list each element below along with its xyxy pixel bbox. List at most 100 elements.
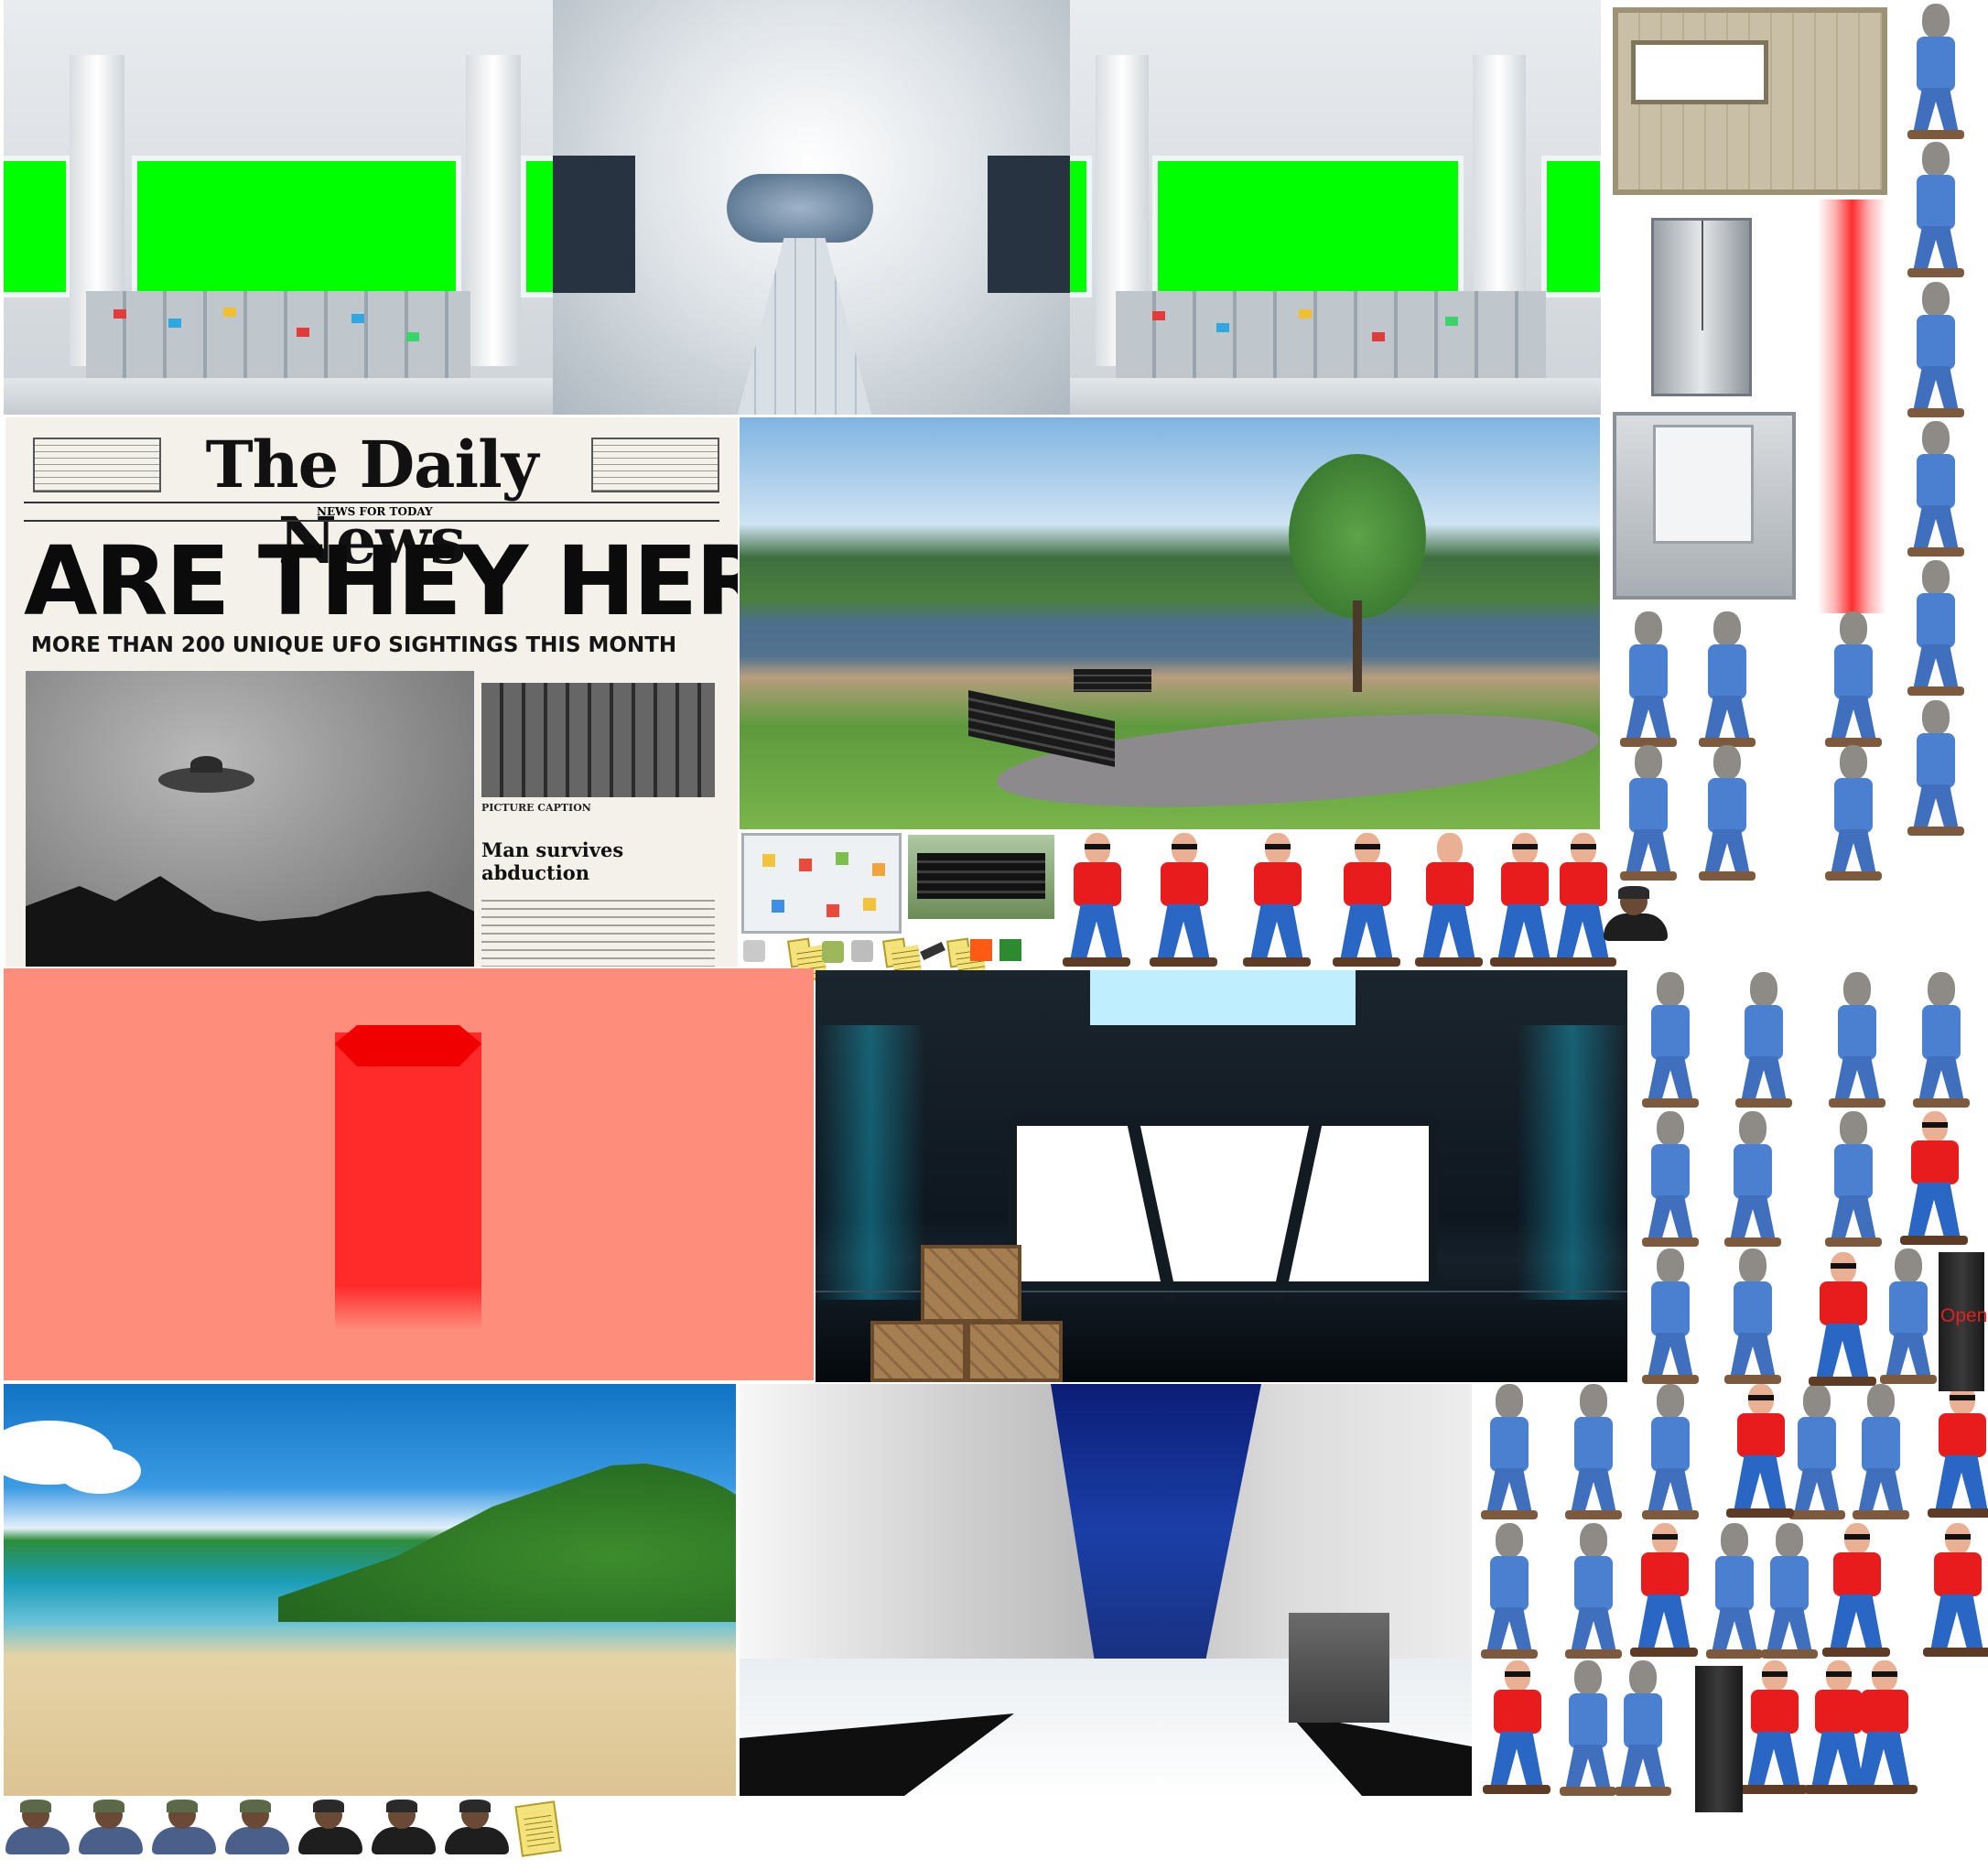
corridor-side-window [553,156,635,293]
alien-walk-sprite [1477,1523,1541,1660]
treeline-silhouette [26,876,474,967]
alien-walk-sprite [1849,1384,1913,1521]
red-laser-beam-sprite [1818,200,1886,613]
alien-walk-sprite [1904,4,1968,141]
alien-walk-sprite [1904,560,1968,697]
fridge-closed-sprite [1651,218,1752,396]
bench-sprite [908,835,1054,919]
alien-walk-sprite [1477,1384,1541,1521]
alien-walk-sprite [1732,972,1796,1109]
red-shirt-man-sprite [1922,1384,1988,1521]
beach-background [4,1384,736,1796]
ufo-icon [158,756,254,793]
newspaper-front-page: The Daily News NEWS FOR TODAY ARE THEY H… [5,417,738,967]
hacker-headset-sprite [152,1800,216,1854]
wooden-crate [967,1321,1063,1382]
newspaper-headline: ARE THEY HERE ? [24,525,738,637]
fridge-contents-sprite [741,833,902,934]
dark-cabinet-sprite: Open [1939,1252,1988,1391]
street-photo [481,683,715,797]
alien-walk-sprite [1876,1248,1940,1386]
wooden-crate [921,1245,1021,1323]
alien-walk-sprite [1904,282,1968,419]
alien-walk-sprite [1821,745,1885,882]
flowers-item-icon [999,939,1021,961]
greenscreen-window [4,156,71,297]
control-console [1116,291,1546,378]
alien-walk-sprite [1638,1384,1702,1521]
alien-walk-sprite [1825,972,1889,1109]
alien-walk-sprite [1904,142,1968,279]
sticky-note-icon [787,937,813,968]
red-shirt-man-sprite [1237,833,1315,970]
cyan-glow [816,1025,925,1300]
park-background [740,417,1600,829]
red-shirt-man-sprite [1721,1384,1799,1521]
alien-walk-sprite [1721,1111,1785,1248]
ufo-photo [26,671,474,967]
cabinet-open-label: Open [1940,1305,1988,1326]
hacker-headset-sprite [79,1800,143,1854]
dark-cabinet-sprite [1695,1666,1743,1812]
alien-walk-sprite [1695,745,1759,882]
wooden-crate [870,1321,967,1382]
office-lobby-background [740,1384,1472,1796]
dark-spaceship-background [816,970,1627,1382]
red-pillar-top [335,1025,481,1066]
story-body [481,893,715,967]
alien-walk-sprite [1638,972,1702,1109]
remote-item-icon [920,941,945,961]
photo-caption: PICTURE CAPTION [481,802,591,814]
hacker-headset-sprite [372,1800,436,1854]
blue-ceiling-panel [1051,1384,1261,1677]
bag-item-icon [822,941,844,963]
alien-walk-sprite [1695,611,1759,749]
alien-walk-sprite [1611,1660,1675,1798]
bay-pillar [466,55,521,366]
bay-floor [1070,378,1601,415]
red-shirt-man-sprite [1625,1523,1702,1660]
alien-walk-sprite [1638,1111,1702,1248]
newspaper-subheadline: MORE THAN 200 UNIQUE UFO SIGHTINGS THIS … [31,633,677,657]
alien-walk-sprite [1821,1111,1885,1248]
red-shirt-man-sprite [1144,833,1222,970]
red-shirt-man-sprite [1327,833,1405,970]
car-item-icon [743,940,765,962]
alien-walk-sprite [1638,1248,1702,1386]
shed-window [1631,40,1768,104]
greenscreen-window [1541,156,1601,297]
alien-walk-sprite [1821,611,1885,749]
wooden-shed-sprite [1613,7,1887,195]
red-shirt-man-sprite [1895,1111,1972,1248]
cloud [59,1448,141,1494]
alien-walk-sprite [1616,611,1680,749]
red-shirt-man-sprite [1057,833,1135,970]
sticky-note-icon [946,937,972,968]
hacker-headset-sprite [5,1800,70,1854]
park-bench-far [1074,669,1151,692]
story-title: Man survives abduction [481,838,624,884]
spaceship-corridor-background [553,0,1070,415]
hacker-headset-sprite [1604,886,1668,941]
hacker-headset-sprite [225,1800,289,1854]
spaceship-bay-background-right [1070,0,1601,415]
greenscreen-window [132,156,461,297]
red-room-background [4,968,814,1380]
red-pillar [335,1032,481,1330]
green-hill [278,1457,736,1622]
sticky-note-icon [514,1800,562,1857]
cyan-glow [1518,1025,1627,1300]
fridge-open-sprite [1613,412,1796,600]
tree [1289,454,1426,619]
red-shirt-man-sprite [1803,1252,1881,1389]
reception-desk [1289,1613,1389,1723]
alien-walk-sprite [1561,1384,1626,1521]
car-item-icon [851,940,873,962]
red-shirt-man-sprite [1477,1660,1555,1798]
corridor-floor [736,238,873,415]
alien-walk-sprite [1904,700,1968,838]
hacker-headset-sprite [445,1800,509,1854]
newspaper-tagline: NEWS FOR TODAY [317,505,433,518]
control-console [86,291,470,378]
red-shirt-man-sprite [1918,1523,1988,1660]
